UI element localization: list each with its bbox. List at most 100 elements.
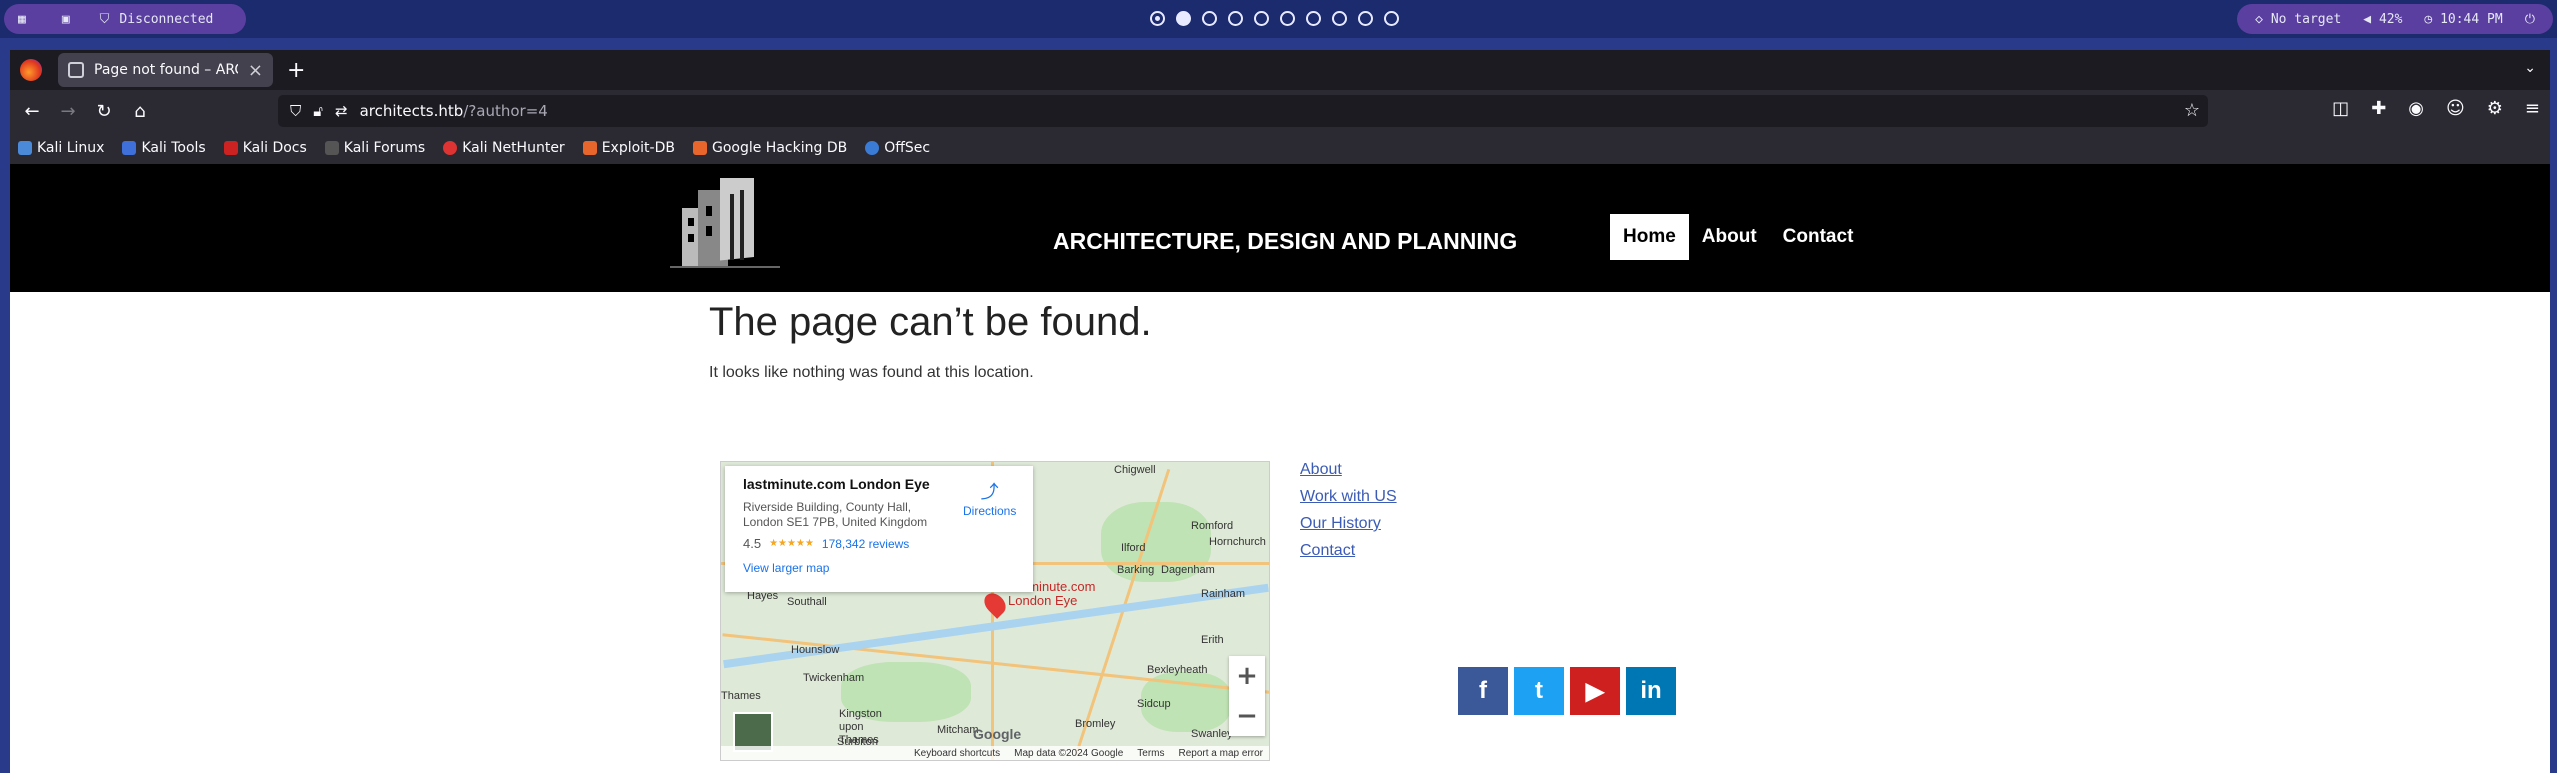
power-icon[interactable]: ⏻: [2525, 12, 2535, 27]
google-logo: Google: [973, 726, 1022, 742]
workspace-9[interactable]: [1358, 11, 1373, 26]
footer-link-work-with-us[interactable]: Work with US: [1300, 483, 1397, 510]
workspace-7[interactable]: [1306, 11, 1321, 26]
bookmark-star-icon[interactable]: ☆: [2184, 100, 2200, 121]
twitter-icon[interactable]: t: [1514, 667, 1564, 715]
extension-face-icon[interactable]: ☺: [2446, 98, 2465, 119]
pocket-icon[interactable]: ◫: [2332, 98, 2349, 119]
menu-grid-icon[interactable]: ▦: [18, 12, 26, 27]
workspace-5[interactable]: [1254, 11, 1269, 26]
reload-button[interactable]: ↻: [86, 101, 122, 122]
site-header: ARCHITECTURE, DESIGN AND PLANNING Home A…: [10, 164, 2550, 292]
volume-label: 42%: [2378, 11, 2403, 27]
bookmark-exploit-db[interactable]: Exploit-DB: [582, 140, 675, 156]
youtube-icon[interactable]: ▶: [1570, 667, 1620, 715]
map-place-card: lastminute.com London Eye Riverside Buil…: [725, 466, 1033, 592]
extensions-icon[interactable]: ✚: [2371, 98, 2386, 119]
target-label: No target: [2270, 11, 2342, 27]
firefox-icon[interactable]: [20, 59, 42, 81]
back-button[interactable]: ←: [14, 101, 50, 122]
error-message: It looks like nothing was found at this …: [709, 364, 1034, 381]
workspace-switcher[interactable]: [1150, 11, 1399, 26]
report-map-error-link[interactable]: Report a map error: [1179, 748, 1263, 759]
bookmark-offsec[interactable]: OffSec: [865, 140, 930, 156]
window-icon[interactable]: ▣: [62, 12, 70, 27]
map-place-label: Rainham: [1201, 588, 1246, 600]
target-icon: ◇: [2255, 11, 2263, 27]
map-place-label: Swanley: [1191, 728, 1233, 740]
map-place-label: Hornchurch: [1209, 536, 1266, 548]
bookmarks-toolbar: Kali Linux Kali Tools Kali Docs Kali For…: [10, 132, 2550, 164]
nav-contact[interactable]: Contact: [1770, 214, 1867, 260]
view-larger-map-link[interactable]: View larger map: [743, 561, 1015, 575]
insecure-lock-icon[interactable]: 🔓︎: [313, 102, 323, 120]
permissions-icon[interactable]: ⇄: [335, 102, 348, 120]
url-path: /?author=4: [463, 102, 548, 120]
directions-button[interactable]: ⤴ Directions: [963, 478, 1016, 518]
kali-tools-icon: [122, 141, 137, 155]
home-button[interactable]: ⌂: [122, 101, 158, 122]
target-indicator[interactable]: ◇ No target: [2255, 12, 2341, 27]
map-place-label: Bexleyheath: [1147, 664, 1208, 676]
facebook-icon[interactable]: f: [1458, 667, 1508, 715]
directions-label: Directions: [963, 504, 1017, 518]
clock: ◷ 10:44 PM: [2424, 12, 2502, 27]
reviews-link[interactable]: 178,342 reviews: [822, 537, 909, 551]
map-pin-icon[interactable]: [980, 589, 1010, 619]
bookmark-kali-nethunter[interactable]: Kali NetHunter: [443, 140, 565, 156]
map-place-label: Bromley: [1075, 718, 1116, 730]
bookmark-label: Google Hacking DB: [711, 140, 848, 156]
tab-page-not-found[interactable]: Page not found – ARCHITE ×: [58, 53, 273, 87]
list-tabs-icon[interactable]: ⌄: [2524, 60, 2536, 76]
rating-stars-icon: ★★★★★: [769, 538, 814, 549]
address-bar[interactable]: ⛉ 🔓︎ ⇄ architects.htb/?author=4 ☆: [278, 95, 2208, 127]
nav-home[interactable]: Home: [1610, 214, 1689, 260]
workspace-10[interactable]: [1384, 11, 1399, 26]
map-place-label: Thames: [721, 690, 761, 702]
nav-about[interactable]: About: [1689, 214, 1770, 260]
workspace-2[interactable]: [1176, 11, 1191, 26]
map-data-attribution: Map data ©2024 Google: [1014, 747, 1124, 759]
app-menu-icon[interactable]: ≡: [2525, 98, 2540, 119]
terms-link[interactable]: Terms: [1137, 748, 1164, 759]
keyboard-shortcuts-link[interactable]: Keyboard shortcuts: [914, 748, 1000, 759]
clock-label: 10:44 PM: [2440, 11, 2503, 27]
browser-window: Page not found – ARCHITE × + ⌄ ← → ↻ ⌂ ⛉…: [10, 50, 2550, 773]
bookmark-kali-linux[interactable]: Kali Linux: [18, 140, 104, 156]
site-nav: Home About Contact: [1610, 214, 1866, 260]
workspace-8[interactable]: [1332, 11, 1347, 26]
zoom-out-button[interactable]: −: [1229, 696, 1265, 736]
bookmark-label: Kali Linux: [37, 140, 105, 156]
bookmark-kali-tools[interactable]: Kali Tools: [122, 140, 206, 156]
map-place-label: Dagenham: [1161, 564, 1215, 576]
volume-indicator[interactable]: ◀ 42%: [2363, 12, 2402, 27]
embedded-map[interactable]: Chigwell Romford Hornchurch Ilford Barki…: [720, 461, 1270, 761]
foxyproxy-icon[interactable]: ◉: [2408, 98, 2424, 119]
footer-link-contact[interactable]: Contact: [1300, 537, 1397, 564]
map-place-label: Southall: [787, 596, 827, 608]
workspace-3[interactable]: [1202, 11, 1217, 26]
zoom-in-button[interactable]: +: [1229, 656, 1265, 696]
new-tab-button[interactable]: +: [287, 58, 305, 83]
map-place-label: Sidcup: [1137, 698, 1171, 710]
footer-link-our-history[interactable]: Our History: [1300, 510, 1397, 537]
footer-link-about[interactable]: About: [1300, 456, 1397, 483]
web-page: ARCHITECTURE, DESIGN AND PLANNING Home A…: [10, 164, 2550, 773]
bookmark-kali-forums[interactable]: Kali Forums: [324, 140, 425, 156]
workspace-6[interactable]: [1280, 11, 1295, 26]
toolbar-icons: ◫ ✚ ◉ ☺ ⚙ ≡: [2332, 98, 2540, 119]
nethunter-icon: [443, 141, 458, 155]
forward-button[interactable]: →: [50, 101, 86, 122]
bookmark-label: Exploit-DB: [601, 140, 675, 156]
map-place-label: Barking: [1117, 564, 1155, 576]
workspace-4[interactable]: [1228, 11, 1243, 26]
close-tab-icon[interactable]: ×: [248, 60, 263, 81]
site-logo[interactable]: [668, 178, 790, 278]
linkedin-icon[interactable]: in: [1626, 667, 1676, 715]
workspace-1[interactable]: [1150, 11, 1165, 26]
bookmark-kali-docs[interactable]: Kali Docs: [223, 140, 307, 156]
bookmark-google-hacking-db[interactable]: Google Hacking DB: [692, 140, 848, 156]
settings-gear-icon[interactable]: ⚙: [2487, 98, 2503, 119]
vpn-pill[interactable]: ▦ ▣ ⛉ Disconnected: [4, 4, 246, 34]
tracking-shield-icon[interactable]: ⛉: [290, 102, 301, 120]
